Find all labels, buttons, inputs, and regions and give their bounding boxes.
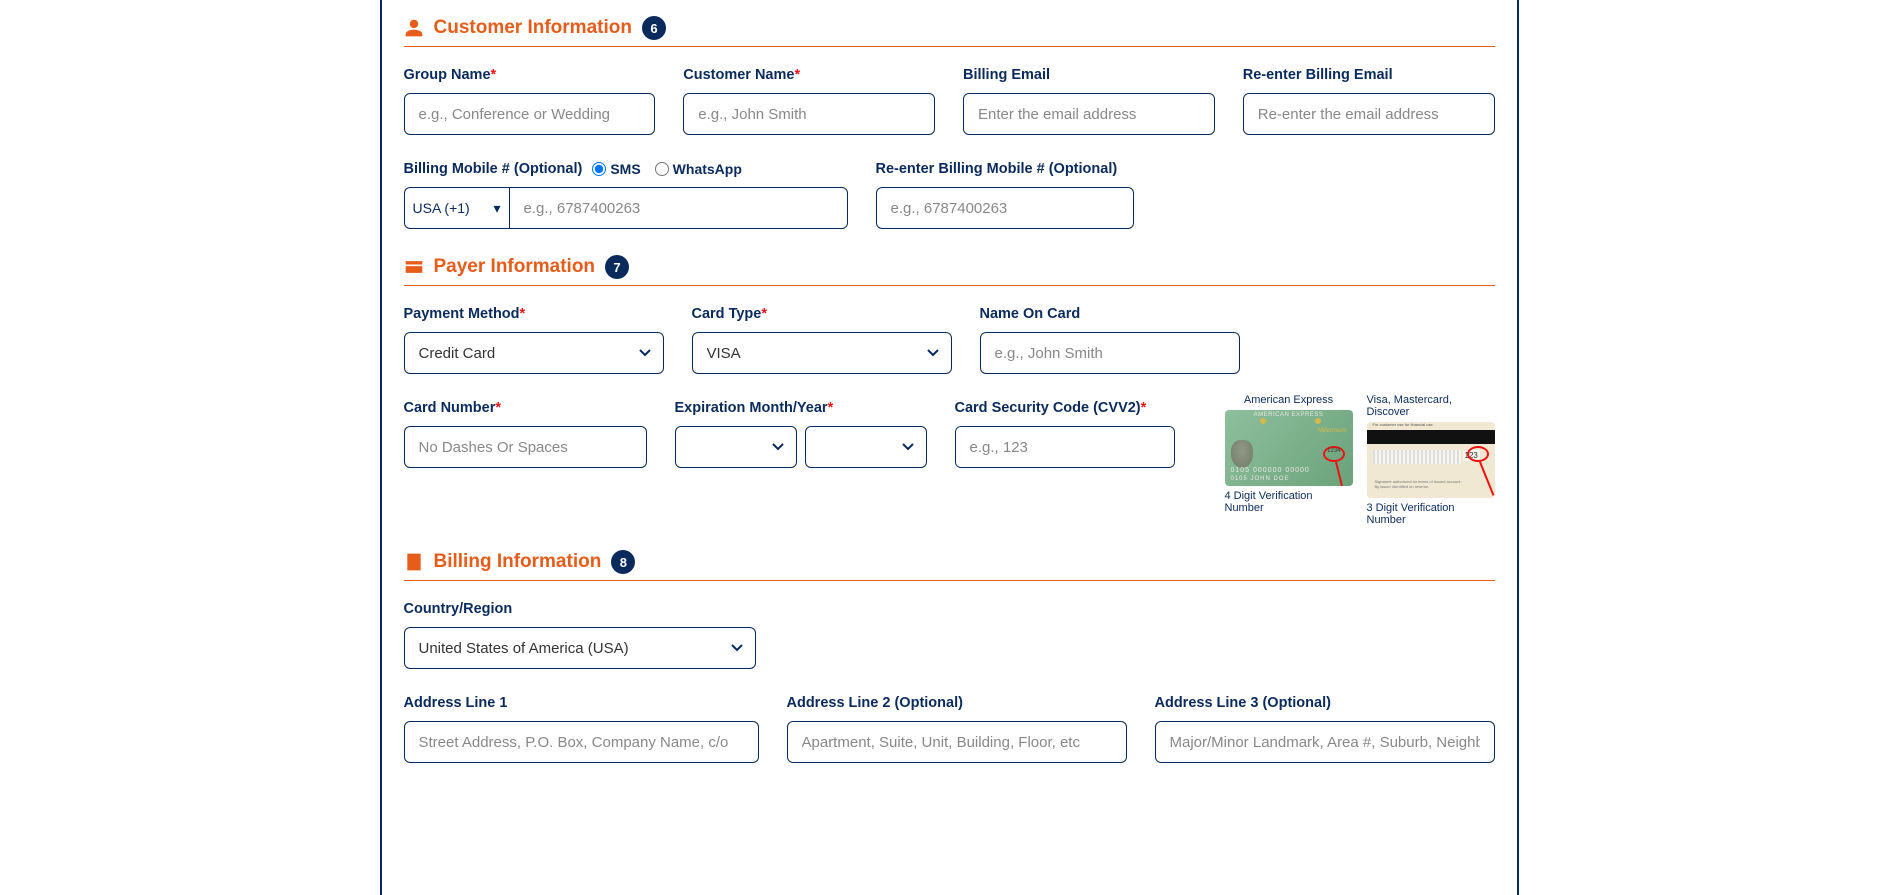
amex-caption: 4 Digit Verification Number — [1225, 490, 1353, 514]
payment-method-select[interactable]: Credit Card — [404, 332, 664, 374]
re-billing-email-input[interactable] — [1243, 93, 1495, 135]
section-payer-title: Payer Information — [434, 256, 596, 278]
section-billing-title: Billing Information — [434, 551, 602, 573]
card-icon — [404, 257, 424, 277]
amex-title: American Express — [1244, 394, 1333, 406]
card-number-label: Card Number* — [404, 400, 647, 416]
radio-sms[interactable]: SMS — [592, 161, 640, 177]
cvv-input[interactable] — [956, 427, 1175, 467]
country-label: Country/Region — [404, 601, 756, 617]
customer-name-input[interactable] — [683, 93, 935, 135]
exp-year-select[interactable] — [805, 426, 927, 468]
other-cards-title: Visa, Mastercard, Discover — [1367, 394, 1495, 418]
customer-name-label: Customer Name* — [683, 67, 935, 83]
card-type-label: Card Type* — [692, 306, 952, 322]
cvv-label: Card Security Code (CVV2)* — [955, 400, 1175, 416]
name-on-card-input[interactable] — [980, 332, 1240, 374]
building-icon — [404, 552, 424, 572]
cvv-help-images: American Express AMERICAN EXPRESS Millen… — [1225, 394, 1495, 526]
section-billing-badge: 8 — [611, 550, 635, 574]
card-number-input[interactable] — [404, 426, 647, 468]
payment-method-label: Payment Method* — [404, 306, 664, 322]
re-billing-mobile-label: Re-enter Billing Mobile # (Optional) — [876, 161, 1134, 177]
exp-month-select[interactable] — [675, 426, 797, 468]
addr2-input[interactable] — [787, 721, 1127, 763]
group-name-label: Group Name* — [404, 67, 656, 83]
billing-mobile-label: Billing Mobile # (Optional) — [404, 161, 583, 177]
section-customer-badge: 6 — [642, 16, 666, 40]
section-payer-badge: 7 — [605, 255, 629, 279]
other-cards-caption: 3 Digit Verification Number — [1367, 502, 1495, 526]
section-payer-header: Payer Information 7 — [404, 255, 1495, 286]
country-select[interactable]: United States of America (USA) — [404, 627, 756, 669]
section-billing-header: Billing Information 8 — [404, 550, 1495, 581]
other-card-image: For customer use for financial use 123 S… — [1367, 422, 1495, 498]
amex-card-image: AMERICAN EXPRESS Millennium 1234 0105 00… — [1225, 410, 1353, 486]
addr1-input[interactable] — [404, 721, 759, 763]
radio-sms-input[interactable] — [592, 162, 606, 176]
addr3-label: Address Line 3 (Optional) — [1155, 695, 1495, 711]
billing-email-label: Billing Email — [963, 67, 1215, 83]
user-icon — [404, 18, 424, 38]
section-customer-header: Customer Information 6 — [404, 16, 1495, 47]
expiration-label: Expiration Month/Year* — [675, 400, 927, 416]
addr3-input[interactable] — [1155, 721, 1495, 763]
radio-whatsapp-input[interactable] — [655, 162, 669, 176]
billing-mobile-input[interactable] — [509, 187, 848, 229]
re-billing-mobile-input[interactable] — [876, 187, 1134, 229]
billing-email-input[interactable] — [963, 93, 1215, 135]
country-code-select[interactable]: USA (+1) — [404, 187, 509, 229]
name-on-card-label: Name On Card — [980, 306, 1240, 322]
radio-whatsapp[interactable]: WhatsApp — [655, 161, 742, 177]
card-type-select[interactable]: VISA — [692, 332, 952, 374]
addr2-label: Address Line 2 (Optional) — [787, 695, 1127, 711]
re-billing-email-label: Re-enter Billing Email — [1243, 67, 1495, 83]
group-name-input[interactable] — [404, 93, 656, 135]
form-panel: Customer Information 6 Group Name* Custo… — [380, 0, 1519, 895]
section-customer-title: Customer Information — [434, 17, 632, 39]
addr1-label: Address Line 1 — [404, 695, 759, 711]
